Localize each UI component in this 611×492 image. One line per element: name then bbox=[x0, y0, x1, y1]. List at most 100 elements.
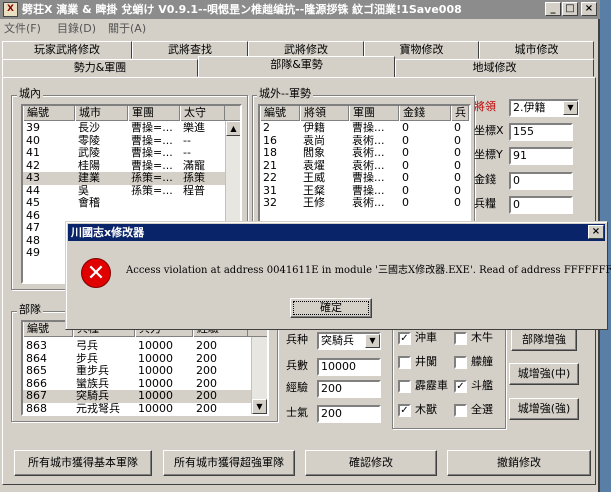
x-coord-input[interactable]: 155 bbox=[509, 123, 573, 141]
col-header-gold[interactable]: 金錢 bbox=[399, 106, 451, 121]
table-cell: 武陵 bbox=[78, 147, 100, 159]
checkbox-checked-icon[interactable]: ✓ bbox=[398, 332, 411, 345]
table-row[interactable]: 864 步兵 10000 200 bbox=[23, 353, 251, 366]
col-header-general[interactable]: 將領 bbox=[300, 106, 349, 121]
title-bar[interactable]: X 劈荘X 漓業 & 睥掛 兌蛸け V0.9.1--唄愢昰ン椎趉编抗--隆源拶铢… bbox=[0, 0, 600, 19]
table-cell: 伊籍 bbox=[303, 122, 325, 134]
table-row[interactable]: 16 袁尚 袁術... 0 0 bbox=[260, 135, 469, 148]
menu-about[interactable]: 關于(A) bbox=[108, 20, 146, 38]
table-cell: 10000 bbox=[138, 390, 173, 402]
checkbox-empty-icon[interactable] bbox=[454, 356, 467, 369]
dialog-title-bar[interactable]: 川國志x修改器 bbox=[68, 224, 605, 241]
troop-list[interactable]: 編號 兵種 兵力 經驗 863弓兵10000200864步兵1000020086… bbox=[21, 320, 269, 416]
col-header-id[interactable]: 編號 bbox=[260, 106, 300, 121]
table-cell: 39 bbox=[26, 122, 40, 134]
table-row[interactable]: 22 王威 曹操... 0 0 bbox=[260, 172, 469, 185]
table-row[interactable]: 2 伊籍 曹操... 0 0 bbox=[260, 122, 469, 135]
col-header-city[interactable]: 城市 bbox=[75, 106, 128, 121]
col-header-id[interactable]: 編號 bbox=[23, 106, 75, 121]
checkbox-checked-icon[interactable]: ✓ bbox=[398, 404, 411, 417]
table-row[interactable]: 21 袁燿 袁術... 0 0 bbox=[260, 160, 469, 173]
table-cell: 弓兵 bbox=[76, 340, 98, 352]
table-cell: 吳 bbox=[78, 184, 89, 197]
col-header-governor[interactable]: 太守 bbox=[180, 106, 225, 121]
scroll-up-icon[interactable]: ▲ bbox=[226, 121, 240, 136]
table-cell: 200 bbox=[196, 402, 217, 415]
tab-region-edit[interactable]: 地域修改 bbox=[395, 59, 594, 77]
morale-input[interactable]: 200 bbox=[317, 405, 381, 423]
table-row[interactable]: 31 王粲 曹操... 0 0 bbox=[260, 185, 469, 198]
y-coord-input[interactable]: 91 bbox=[509, 147, 573, 165]
weapon-checkbox-label: 沖車 bbox=[415, 331, 437, 344]
table-cell: 孫策=... bbox=[131, 172, 173, 184]
table-row[interactable]: 32 王修 袁術... 0 0 bbox=[260, 197, 469, 210]
troop-list-scrollbar[interactable]: ▼ bbox=[251, 337, 267, 414]
confirm-edit-button[interactable]: 確認修改 bbox=[305, 450, 437, 476]
table-row[interactable]: 40 零陵 曹操=... -- bbox=[23, 135, 228, 148]
tab-player-general[interactable]: 玩家武將修改 bbox=[2, 41, 132, 59]
ok-button[interactable]: 確定 bbox=[290, 298, 372, 318]
table-row[interactable]: 863 弓兵 10000 200 bbox=[23, 340, 251, 353]
table-row[interactable]: 44 吳 孫策=... 程普 bbox=[23, 185, 228, 198]
checkbox-empty-icon[interactable] bbox=[398, 380, 411, 393]
table-cell: 袁術... bbox=[352, 134, 385, 147]
tab-troop-army[interactable]: 部隊&軍勢 bbox=[198, 56, 395, 77]
experience-input[interactable]: 200 bbox=[317, 380, 381, 398]
city-boost-medium-button[interactable]: 城增強(中) bbox=[509, 363, 579, 385]
tab-force-corps[interactable]: 勢力&軍團 bbox=[2, 59, 198, 77]
table-row[interactable]: 45 會稽 bbox=[23, 197, 228, 210]
table-cell: 袁術... bbox=[352, 147, 385, 159]
checkbox-empty-icon[interactable] bbox=[398, 356, 411, 369]
outside-list-header: 編號 將領 軍團 金錢 兵 bbox=[260, 106, 469, 121]
checkbox-empty-icon[interactable] bbox=[454, 332, 467, 345]
close-button[interactable]: × bbox=[581, 2, 597, 16]
scroll-down-icon[interactable]: ▼ bbox=[252, 399, 267, 414]
table-row[interactable]: 868 元戎弩兵 10000 200 bbox=[23, 402, 251, 415]
checkbox-empty-icon[interactable] bbox=[454, 404, 467, 417]
app-icon[interactable]: X bbox=[3, 2, 18, 17]
table-row[interactable]: 43 建業 孫策=... 孫策 bbox=[23, 172, 228, 185]
chevron-down-icon[interactable]: ▼ bbox=[563, 101, 578, 115]
col-header-troops[interactable]: 兵 bbox=[451, 106, 469, 121]
unit-type-select[interactable]: 突騎兵 ▼ bbox=[317, 332, 381, 350]
menu-file[interactable]: 文件(F) bbox=[4, 20, 41, 38]
col-header-corps[interactable]: 軍團 bbox=[349, 106, 399, 121]
col-header-corps[interactable]: 軍團 bbox=[128, 106, 180, 121]
checkbox-checked-icon[interactable]: ✓ bbox=[454, 380, 467, 393]
table-row[interactable]: 867 突騎兵 10000 200 bbox=[23, 390, 251, 403]
all-cities-strong-army-button[interactable]: 所有城市獲得超強軍隊 bbox=[163, 450, 295, 476]
outside-army-list[interactable]: 編號 將領 軍團 金錢 兵 2 伊籍 曹操... 0 0 16 袁尚 袁術... 0 0 18 閻象袁… bbox=[258, 104, 471, 224]
troop-rows: 863 弓兵 10000 200 864 步兵 10000 200 865 重步兵 10000 200… bbox=[23, 340, 251, 415]
table-cell: 40 bbox=[26, 134, 40, 147]
all-cities-basic-army-button[interactable]: 所有城市獲得基本軍隊 bbox=[14, 450, 152, 476]
error-dialog: 川國志x修改器 × ✕ Access violation at address … bbox=[65, 221, 611, 330]
table-cell: 200 bbox=[196, 352, 217, 365]
table-row[interactable]: 42 桂陽 曹操=... 滿寵 bbox=[23, 160, 228, 173]
table-cell: 200 bbox=[196, 340, 217, 352]
menu-directory[interactable]: 目錄(D) bbox=[57, 20, 96, 38]
table-row[interactable]: 41 武陵 曹操=... -- bbox=[23, 147, 228, 160]
city-boost-strong-button[interactable]: 城增強(強) bbox=[509, 398, 579, 420]
cancel-edit-button[interactable]: 撤銷修改 bbox=[447, 450, 591, 476]
minimize-button[interactable]: _ bbox=[545, 2, 561, 16]
tab-city-edit[interactable]: 城市修改 bbox=[479, 41, 594, 59]
maximize-button[interactable]: □ bbox=[562, 2, 578, 16]
troop-boost-button[interactable]: 部隊增強 bbox=[511, 329, 577, 351]
table-row[interactable]: 866 蠻族兵 10000 200 bbox=[23, 378, 251, 391]
table-cell: 21 bbox=[263, 159, 277, 172]
table-row[interactable]: 865 重步兵 10000 200 bbox=[23, 365, 251, 378]
food-input[interactable]: 0 bbox=[509, 196, 573, 214]
dialog-close-button[interactable]: × bbox=[588, 225, 604, 239]
general-select[interactable]: 2.伊籍 ▼ bbox=[509, 99, 579, 117]
table-row[interactable]: 39 長沙 曹操=... 樂進 bbox=[23, 122, 228, 135]
table-cell: 0 bbox=[454, 147, 461, 159]
table-cell: 864 bbox=[26, 352, 47, 365]
troop-group-label: 部隊 bbox=[17, 303, 43, 316]
chevron-down-icon[interactable]: ▼ bbox=[365, 334, 380, 348]
table-cell: 長沙 bbox=[78, 122, 100, 134]
troop-count-input[interactable]: 10000 bbox=[317, 358, 381, 376]
general-select-value: 2.伊籍 bbox=[513, 101, 546, 114]
gold-input[interactable]: 0 bbox=[509, 172, 573, 190]
table-row[interactable]: 18 閻象 袁術... 0 0 bbox=[260, 147, 469, 160]
x-coord-label: 坐標X bbox=[474, 124, 504, 137]
